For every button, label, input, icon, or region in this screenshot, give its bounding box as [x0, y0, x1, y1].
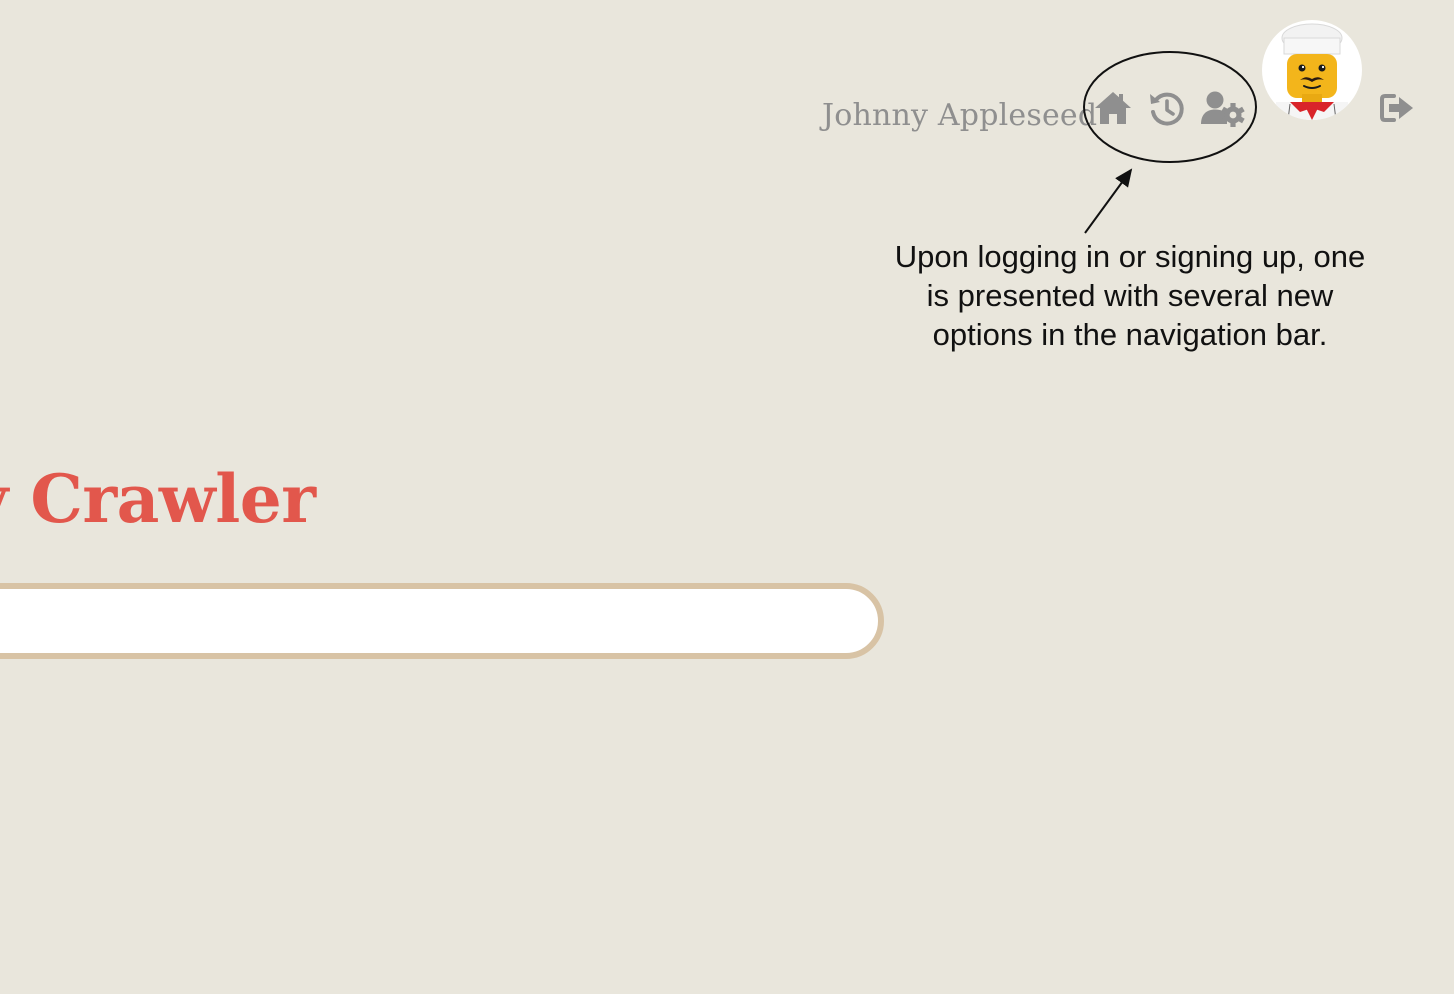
home-icon[interactable] — [1093, 90, 1133, 126]
avatar[interactable] — [1262, 20, 1362, 120]
username-label: Johnny Appleseed — [822, 98, 1098, 133]
annotation-callout: Upon logging in or signing up, one is pr… — [894, 239, 1366, 352]
search-input[interactable] — [0, 583, 884, 659]
annotation-arrow — [1084, 168, 1133, 234]
page-title: y Crawler — [0, 460, 316, 538]
logout-icon[interactable] — [1380, 93, 1416, 123]
user-settings-icon[interactable] — [1200, 90, 1246, 128]
history-icon[interactable] — [1148, 90, 1186, 128]
